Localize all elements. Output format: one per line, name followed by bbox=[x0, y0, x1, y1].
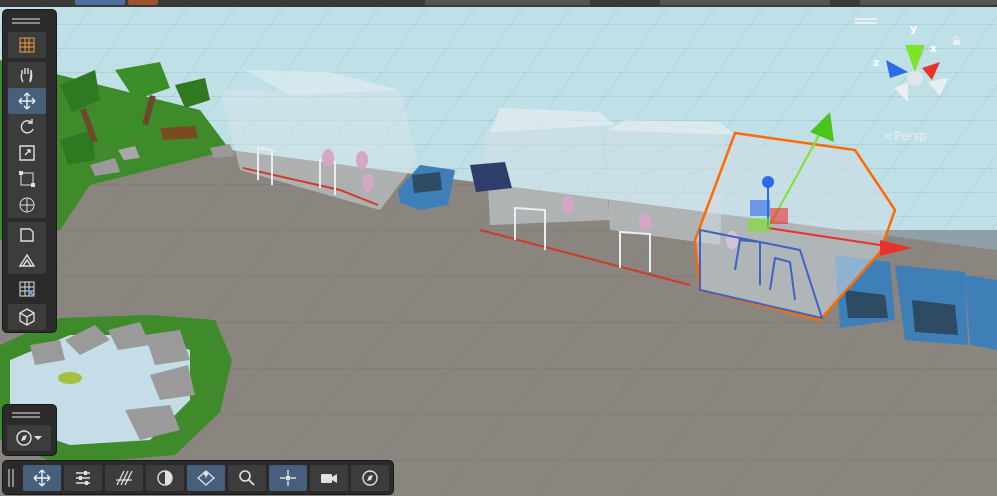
chevron-down-icon bbox=[34, 436, 42, 440]
tool-custom-editor[interactable] bbox=[8, 222, 46, 248]
sliders-icon bbox=[76, 471, 90, 485]
axis-z-label: z bbox=[873, 56, 880, 69]
grid-snap-icon bbox=[19, 37, 35, 53]
projection-toggle[interactable]: <Persp bbox=[884, 129, 927, 143]
bottom-toolbar-grip[interactable] bbox=[8, 469, 10, 487]
tool-grid-toggle[interactable] bbox=[8, 276, 46, 302]
axis-x-label: x bbox=[930, 42, 938, 55]
hatch-grid-icon bbox=[116, 470, 133, 486]
tool-move[interactable] bbox=[8, 88, 46, 114]
tool-scale[interactable] bbox=[8, 140, 46, 166]
bottom-snap-plane[interactable] bbox=[187, 465, 225, 491]
tool-probuilder[interactable] bbox=[8, 248, 46, 274]
bottom-lighting[interactable] bbox=[146, 465, 184, 491]
axis-y-label: y bbox=[910, 22, 918, 35]
move-icon bbox=[33, 469, 51, 487]
hand-icon bbox=[20, 68, 33, 83]
lock-icon[interactable] bbox=[952, 30, 961, 45]
search-icon bbox=[239, 470, 255, 486]
tool-transform[interactable] bbox=[8, 192, 46, 218]
projection-label: Persp bbox=[894, 129, 928, 143]
bottom-move-tool[interactable] bbox=[23, 465, 61, 491]
camera-icon bbox=[321, 474, 337, 483]
tools-overlay bbox=[3, 10, 56, 332]
tool-view[interactable] bbox=[8, 62, 46, 88]
custom-editor-icon bbox=[20, 228, 34, 242]
tool-object-mode[interactable] bbox=[8, 304, 46, 330]
bottom-grid-lines[interactable] bbox=[105, 465, 143, 491]
grid-toggle-icon bbox=[19, 281, 35, 297]
chevron-left-icon: < bbox=[884, 129, 895, 143]
gizmo-grip[interactable] bbox=[855, 18, 877, 20]
bottom-toolbar bbox=[3, 461, 393, 494]
probuilder-icon bbox=[18, 253, 36, 267]
scene-top-bar bbox=[0, 0, 997, 7]
camera-mode-dropdown[interactable] bbox=[7, 425, 51, 451]
compass-icon bbox=[16, 430, 42, 446]
top-tab[interactable] bbox=[660, 0, 830, 5]
rect-transform-icon bbox=[19, 171, 35, 187]
camera-overlay bbox=[3, 405, 56, 455]
bottom-camera[interactable] bbox=[310, 465, 348, 491]
bottom-pivot[interactable] bbox=[269, 465, 307, 491]
lighting-icon bbox=[157, 470, 173, 486]
cube-icon bbox=[19, 308, 35, 326]
bottom-search[interactable] bbox=[228, 465, 266, 491]
top-tab[interactable] bbox=[860, 0, 997, 5]
transform-icon bbox=[19, 197, 35, 213]
bottom-settings[interactable] bbox=[64, 465, 102, 491]
top-tab[interactable] bbox=[128, 0, 158, 5]
tool-rect[interactable] bbox=[8, 166, 46, 192]
scene-viewport[interactable] bbox=[0, 0, 997, 496]
snap-plane-icon bbox=[197, 470, 215, 486]
camera-overlay-grip[interactable] bbox=[12, 412, 40, 414]
rotate-icon bbox=[20, 119, 34, 134]
toolbar-grip[interactable] bbox=[12, 18, 40, 20]
bottom-navigate[interactable] bbox=[351, 465, 389, 491]
top-tab[interactable] bbox=[75, 0, 125, 5]
move-icon bbox=[18, 92, 36, 110]
scale-icon bbox=[19, 145, 35, 161]
top-tab[interactable] bbox=[425, 0, 590, 5]
compass-icon bbox=[362, 470, 378, 486]
bench bbox=[160, 126, 198, 140]
pivot-icon bbox=[280, 470, 296, 486]
tool-grid-snap[interactable] bbox=[8, 32, 46, 58]
tool-rotate[interactable] bbox=[8, 114, 46, 140]
